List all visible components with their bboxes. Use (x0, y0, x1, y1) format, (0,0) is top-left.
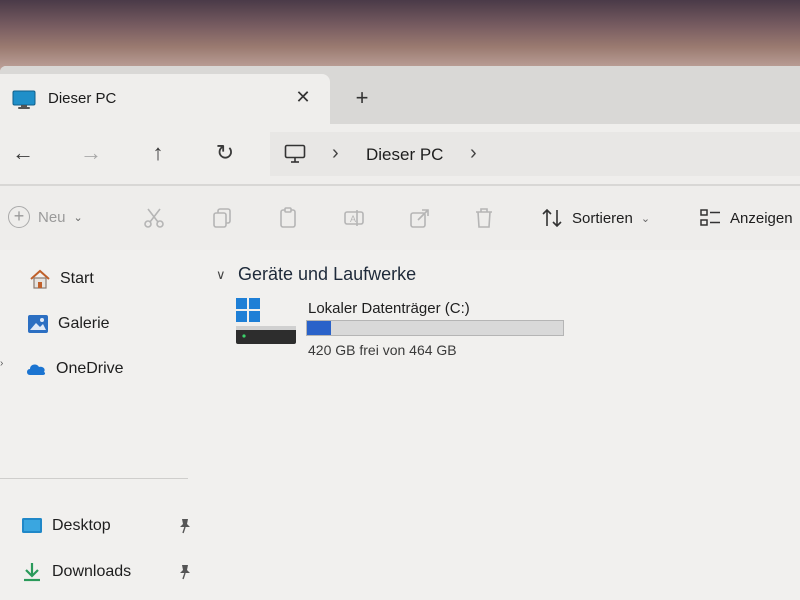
drive-tile-c[interactable]: Lokaler Datenträger (C:) 420 GB frei von… (236, 298, 566, 368)
sidebar-item-galerie[interactable]: Galerie (26, 309, 110, 339)
tab-bar: Dieser PC ✕ + (0, 66, 800, 124)
refresh-icon[interactable]: ↻ (212, 140, 238, 166)
file-explorer-window: Dieser PC ✕ + ← → ↑ ↻ › Dieser PC › + Ne… (0, 66, 800, 600)
chevron-down-icon: ⌄ (640, 212, 651, 225)
paste-icon[interactable] (276, 206, 300, 230)
navigation-bar: ← → ↑ ↻ › Dieser PC › (0, 124, 800, 184)
gallery-icon (28, 315, 48, 333)
address-bar[interactable]: › Dieser PC › (270, 132, 800, 176)
new-button[interactable]: + Neu ⌄ (8, 206, 83, 228)
sidebar-item-label: Downloads (52, 563, 132, 580)
tab-dieser-pc[interactable]: Dieser PC ✕ (0, 74, 330, 124)
navigation-pane: Start Galerie › OneDrive Desktop Downloa… (0, 250, 200, 600)
forward-icon[interactable]: → (78, 140, 104, 166)
sort-icon (542, 208, 562, 228)
pin-icon[interactable] (178, 564, 192, 580)
sidebar-divider (0, 478, 188, 479)
sidebar-item-onedrive[interactable]: OneDrive (24, 354, 124, 384)
command-bar: + Neu ⌄ A Sortieren ⌄ Anzeigen (0, 186, 800, 250)
back-icon[interactable]: ← (10, 140, 36, 166)
close-tab-icon[interactable]: ✕ (292, 86, 314, 108)
breadcrumb-separator-icon[interactable]: › (332, 142, 339, 165)
sidebar-item-desktop[interactable]: Desktop (20, 511, 111, 541)
drive-usage-bar (306, 320, 564, 336)
onedrive-icon (27, 364, 46, 375)
sidebar-item-downloads[interactable]: Downloads (20, 557, 131, 587)
share-icon[interactable] (408, 206, 432, 230)
pin-icon[interactable] (178, 518, 192, 534)
view-button-label: Anzeigen (730, 209, 793, 227)
sort-button[interactable]: Sortieren ⌄ (540, 206, 650, 230)
main-content: ∨ Geräte und Laufwerke Lokaler Datenträg… (200, 250, 800, 600)
chevron-down-icon: ⌄ (73, 211, 83, 224)
drive-free-space: 420 GB frei von 464 GB (308, 342, 457, 358)
download-icon (24, 563, 40, 582)
group-collapse-chevron-icon[interactable]: ∨ (216, 267, 226, 283)
rename-icon[interactable]: A (342, 206, 366, 230)
delete-icon[interactable] (472, 206, 496, 230)
sidebar-item-label: Desktop (52, 517, 111, 534)
cut-icon[interactable] (142, 206, 166, 230)
new-tab-icon[interactable]: + (350, 86, 374, 110)
home-icon (30, 269, 50, 289)
sidebar-item-label: OneDrive (56, 360, 124, 377)
monitor-icon (12, 90, 36, 109)
expand-chevron-icon[interactable]: › (0, 358, 3, 369)
sort-button-label: Sortieren (572, 209, 633, 227)
group-title-devices[interactable]: Geräte und Laufwerke (238, 264, 416, 285)
view-button[interactable]: Anzeigen (698, 206, 793, 230)
view-icon (700, 209, 720, 226)
windows-drive-icon (236, 298, 296, 344)
new-button-label: Neu (38, 208, 66, 226)
drive-usage-fill (307, 321, 332, 335)
drive-name: Lokaler Datenträger (C:) (308, 300, 470, 317)
breadcrumb-dieser-pc[interactable]: Dieser PC (366, 145, 443, 165)
up-icon[interactable]: ↑ (145, 140, 171, 166)
breadcrumb-separator-icon[interactable]: › (470, 142, 477, 165)
sidebar-item-label: Start (60, 270, 94, 287)
computer-icon (284, 144, 306, 163)
svg-text:A: A (350, 214, 356, 224)
sidebar-item-start[interactable]: Start (28, 264, 94, 294)
plus-circle-icon: + (8, 206, 30, 228)
sidebar-item-label: Galerie (58, 315, 110, 332)
desktop-icon (22, 518, 42, 533)
tab-title: Dieser PC (48, 90, 117, 107)
copy-icon[interactable] (210, 206, 234, 230)
